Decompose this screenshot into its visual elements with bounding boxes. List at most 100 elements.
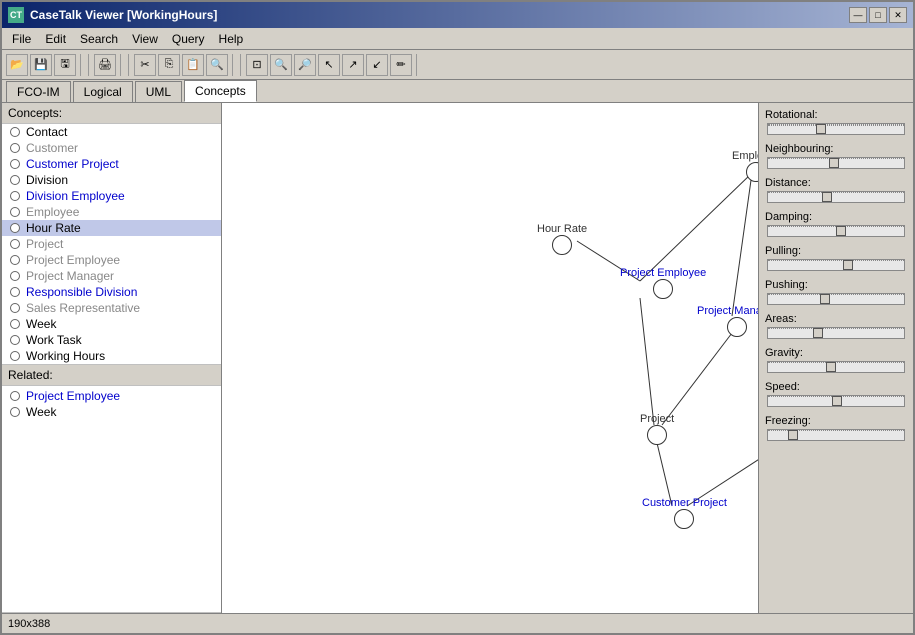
concept-division[interactable]: Division	[2, 172, 221, 188]
menu-view[interactable]: View	[126, 30, 164, 48]
related-icon	[8, 405, 22, 419]
related-week[interactable]: Week	[2, 404, 221, 420]
slider-rotational-thumb[interactable]	[816, 124, 826, 134]
concept-icon	[8, 269, 22, 283]
close-button[interactable]: ✕	[889, 7, 907, 23]
menu-edit[interactable]: Edit	[39, 30, 72, 48]
slider-freezing: Freezing:	[765, 415, 907, 441]
tab-concepts[interactable]: Concepts	[184, 80, 257, 102]
menu-help[interactable]: Help	[213, 30, 250, 48]
slider-speed-thumb[interactable]	[832, 396, 842, 406]
slider-pushing-track[interactable]	[767, 293, 905, 305]
slider-pushing: Pushing:	[765, 279, 907, 305]
slider-rotational-track[interactable]	[767, 123, 905, 135]
slider-speed-track[interactable]	[767, 395, 905, 407]
toolbar-print[interactable]: 🖨	[94, 54, 116, 76]
concept-icon	[8, 253, 22, 267]
slider-pulling-thumb[interactable]	[843, 260, 853, 270]
toolbar-select[interactable]: ↖	[318, 54, 340, 76]
concept-responsible-division[interactable]: Responsible Division	[2, 284, 221, 300]
concept-work-task[interactable]: Work Task	[2, 332, 221, 348]
toolbar-paste[interactable]: 📋	[182, 54, 204, 76]
concepts-header: Concepts:	[2, 103, 221, 124]
title-bar-buttons: — □ ✕	[849, 7, 907, 23]
concept-customer[interactable]: Customer	[2, 140, 221, 156]
toolbar-frame[interactable]: ⊡	[246, 54, 268, 76]
toolbar-zoom-in[interactable]: 🔍	[270, 54, 292, 76]
menu-file[interactable]: File	[6, 30, 37, 48]
concept-division-employee[interactable]: Division Employee	[2, 188, 221, 204]
slider-damping: Damping:	[765, 211, 907, 237]
toolbar-copy[interactable]: ⎘	[158, 54, 180, 76]
slider-pushing-label: Pushing:	[765, 279, 907, 291]
concept-project[interactable]: Project	[2, 236, 221, 252]
node-project-employee[interactable]: Project Employee	[620, 265, 706, 299]
concept-week[interactable]: Week	[2, 316, 221, 332]
tab-logical[interactable]: Logical	[73, 81, 133, 102]
related-icon	[8, 389, 22, 403]
slider-neighbouring-track[interactable]	[767, 157, 905, 169]
slider-neighbouring-thumb[interactable]	[829, 158, 839, 168]
right-panel: Rotational: Neighbouring: Distance:	[758, 103, 913, 613]
concept-employee[interactable]: Employee	[2, 204, 221, 220]
concept-project-manager[interactable]: Project Manager	[2, 268, 221, 284]
concept-customer-project[interactable]: Customer Project	[2, 156, 221, 172]
toolbar-cut[interactable]: ✂	[134, 54, 156, 76]
toolbar-arrow1[interactable]: ↗	[342, 54, 364, 76]
concept-hour-rate[interactable]: Hour Rate	[2, 220, 221, 236]
slider-areas-label: Areas:	[765, 313, 907, 325]
concept-sales-rep[interactable]: Sales Representative	[2, 300, 221, 316]
toolbar-save2[interactable]: 🖫	[54, 54, 76, 76]
slider-freezing-thumb[interactable]	[788, 430, 798, 440]
tab-uml[interactable]: UML	[135, 81, 182, 102]
related-project-employee[interactable]: Project Employee	[2, 388, 221, 404]
node-project-manager[interactable]: Project Manager	[697, 303, 758, 337]
diagram-canvas[interactable]: Employee Hour Rate Project Employee Proj…	[222, 103, 758, 613]
status-bar: 190x388	[2, 613, 913, 633]
toolbar-group-3: ✂ ⎘ 📋 🔍	[134, 54, 233, 76]
node-customer-project[interactable]: Customer Project	[642, 495, 727, 529]
slider-areas-thumb[interactable]	[813, 328, 823, 338]
concept-icon	[8, 205, 22, 219]
tab-fco-im[interactable]: FCO-IM	[6, 81, 71, 102]
menu-bar: File Edit Search View Query Help	[2, 28, 913, 50]
menu-search[interactable]: Search	[74, 30, 124, 48]
slider-gravity-track[interactable]	[767, 361, 905, 373]
related-header: Related:	[2, 365, 221, 386]
toolbar-sep-2	[128, 54, 129, 76]
main-window: CT CaseTalk Viewer [WorkingHours] — □ ✕ …	[0, 0, 915, 635]
slider-gravity-thumb[interactable]	[826, 362, 836, 372]
toolbar-arrow2[interactable]: ↙	[366, 54, 388, 76]
toolbar-group-2: 🖨	[94, 54, 121, 76]
concept-icon	[8, 237, 22, 251]
minimize-button[interactable]: —	[849, 7, 867, 23]
slider-neighbouring: Neighbouring:	[765, 143, 907, 169]
node-employee[interactable]: Employee	[732, 148, 758, 182]
toolbar-open[interactable]: 📂	[6, 54, 28, 76]
slider-freezing-track[interactable]	[767, 429, 905, 441]
concept-working-hours[interactable]: Working Hours	[2, 348, 221, 364]
toolbar-zoom-out[interactable]: 🔎	[294, 54, 316, 76]
concept-contact[interactable]: Contact	[2, 124, 221, 140]
slider-areas-track[interactable]	[767, 327, 905, 339]
node-hour-rate[interactable]: Hour Rate	[537, 221, 587, 255]
toolbar-save[interactable]: 💾	[30, 54, 52, 76]
slider-pulling: Pulling:	[765, 245, 907, 271]
slider-rotational: Rotational:	[765, 109, 907, 135]
title-bar: CT CaseTalk Viewer [WorkingHours] — □ ✕	[2, 2, 913, 28]
slider-damping-thumb[interactable]	[836, 226, 846, 236]
concept-project-employee[interactable]: Project Employee	[2, 252, 221, 268]
slider-damping-track[interactable]	[767, 225, 905, 237]
concept-icon	[8, 221, 22, 235]
toolbar-pen[interactable]: ✏	[390, 54, 412, 76]
menu-query[interactable]: Query	[166, 30, 211, 48]
maximize-button[interactable]: □	[869, 7, 887, 23]
slider-pulling-track[interactable]	[767, 259, 905, 271]
slider-distance-thumb[interactable]	[822, 192, 832, 202]
slider-speed-label: Speed:	[765, 381, 907, 393]
slider-speed: Speed:	[765, 381, 907, 407]
slider-distance-track[interactable]	[767, 191, 905, 203]
node-project[interactable]: Project	[640, 411, 674, 445]
slider-pushing-thumb[interactable]	[820, 294, 830, 304]
toolbar-find[interactable]: 🔍	[206, 54, 228, 76]
